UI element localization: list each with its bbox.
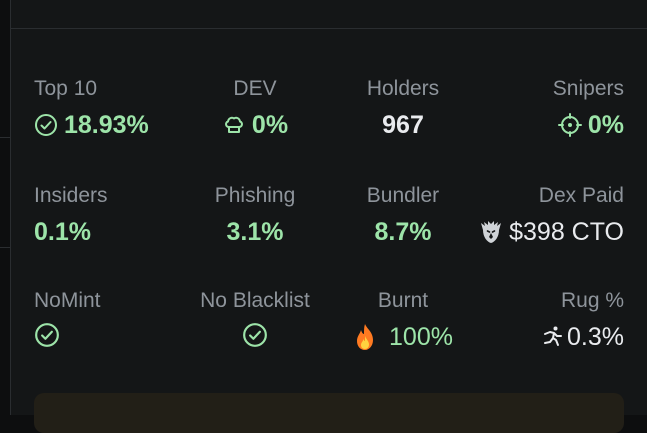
stat-value: 18.93%	[34, 110, 184, 140]
stat-label: Holders	[366, 77, 440, 100]
stat-label: NoMint	[34, 289, 101, 312]
holders-value: 967	[382, 111, 424, 139]
panel-top-divider	[10, 28, 647, 29]
stat-value: 100%	[328, 322, 478, 352]
stat-snipers: Snipers 0%	[474, 77, 624, 140]
check-circle-icon	[34, 322, 60, 348]
dexpaid-value: $398 CTO	[509, 218, 624, 246]
stat-value: 0%	[180, 110, 330, 140]
rug-value: 0.3%	[567, 323, 624, 351]
stat-value: 3.1%	[180, 217, 330, 247]
stat-noblacklist: No Blacklist	[180, 289, 330, 348]
left-divider	[0, 137, 10, 138]
stat-holders: Holders 967	[328, 77, 478, 140]
stat-label: No Blacklist	[200, 289, 310, 312]
stat-label: Snipers	[552, 77, 624, 100]
stat-label: Top 10	[34, 77, 98, 100]
stat-label: Burnt	[377, 289, 429, 312]
stat-label: Dex Paid	[538, 184, 624, 207]
stat-value	[34, 322, 184, 348]
stat-phishing: Phishing 3.1%	[180, 184, 330, 247]
stat-label: Rug %	[560, 289, 624, 312]
check-circle-icon	[242, 322, 268, 348]
dev-value: 0%	[251, 111, 289, 139]
stat-value: 0.3%	[474, 322, 624, 352]
top10-value: 18.93%	[64, 111, 149, 139]
stat-dexpaid: Dex Paid $398 CTO	[444, 184, 624, 247]
stat-value: 0%	[474, 110, 624, 140]
eagle-icon	[479, 219, 503, 245]
stat-value: 967	[328, 110, 478, 140]
bottom-card[interactable]	[34, 393, 624, 433]
stat-top10: Top 10 18.93%	[34, 77, 184, 140]
stat-value	[180, 322, 330, 348]
stat-value: $398 CTO	[444, 217, 624, 247]
stat-label: Phishing	[214, 184, 296, 207]
stat-burnt: Burnt 100%	[328, 289, 478, 352]
stat-label: DEV	[233, 77, 277, 100]
insiders-value: 0.1%	[34, 218, 91, 246]
crosshair-icon	[557, 113, 582, 137]
stat-nomint: NoMint	[34, 289, 184, 348]
stat-label: Insiders	[34, 184, 108, 207]
burnt-value: 100%	[389, 323, 453, 351]
bundler-value: 8.7%	[374, 218, 432, 246]
stat-dev: DEV 0%	[180, 77, 330, 140]
phishing-value: 3.1%	[226, 218, 284, 246]
stat-insiders: Insiders 0.1%	[34, 184, 184, 247]
stat-rug: Rug % 0.3%	[474, 289, 624, 352]
chef-hat-icon	[222, 113, 246, 137]
stat-value: 0.1%	[34, 217, 184, 247]
snipers-value: 0%	[587, 111, 624, 139]
running-man-icon	[540, 325, 564, 349]
left-divider	[0, 247, 10, 248]
fire-icon	[353, 323, 377, 351]
check-circle-icon	[34, 113, 58, 137]
